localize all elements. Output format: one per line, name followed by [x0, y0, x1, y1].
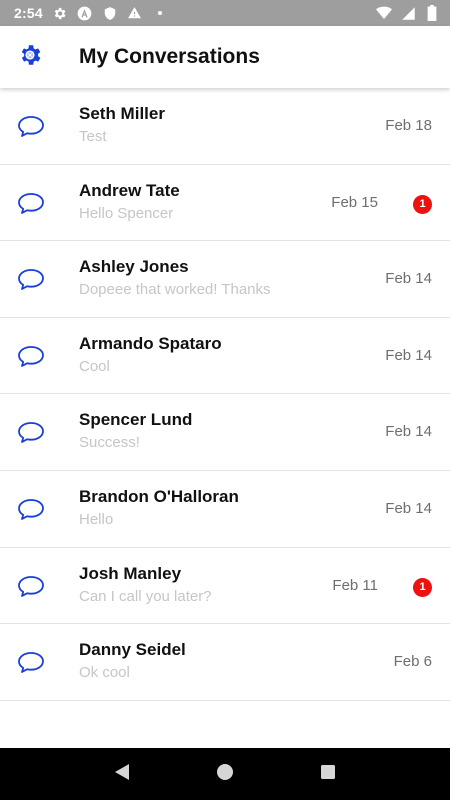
shield-icon: [102, 5, 118, 21]
conversation-preview: Test: [79, 128, 107, 145]
conversation-list: Seth Miller Test Feb 18 Andrew Tate Hell…: [0, 88, 450, 701]
conversation-row[interactable]: Josh Manley Can I call you later? Feb 11…: [0, 548, 450, 625]
conversation-row[interactable]: Armando Spataro Cool Feb 14: [0, 318, 450, 395]
settings-gear-icon: [17, 42, 43, 73]
unread-badge: 1: [413, 577, 432, 597]
status-time: 2:54: [14, 5, 43, 21]
page-title: My Conversations: [79, 45, 260, 68]
conversation-name: Armando Spataro: [79, 333, 222, 353]
status-bar: 2:54: [0, 0, 450, 26]
conversation-name: Brandon O'Halloran: [79, 486, 239, 506]
conversation-name: Josh Manley: [79, 563, 182, 583]
conversation-preview: Can I call you later?: [79, 587, 212, 605]
conversation-name: Seth Miller: [79, 104, 165, 123]
conversation-row[interactable]: Ashley Jones Dopeee that worked! Thanks …: [0, 241, 450, 318]
conversation-row[interactable]: Danny Seidel Ok cool Feb 6: [0, 624, 450, 701]
conversation-date: Feb 18: [385, 117, 432, 134]
dot-icon: [152, 5, 168, 21]
chat-bubble-icon: [17, 498, 45, 522]
conversation-date: Feb 14: [385, 499, 432, 517]
chat-bubble-icon: [17, 268, 45, 292]
chat-bubble-icon: [17, 575, 45, 599]
conversation-preview: Ok cool: [79, 664, 130, 682]
chat-bubble-icon: [17, 192, 45, 216]
conversation-name: Danny Seidel: [79, 640, 186, 660]
app-header: My Conversations: [0, 26, 450, 88]
conversation-date: Feb 14: [385, 270, 432, 288]
recents-icon: [320, 764, 336, 785]
back-icon: [114, 763, 130, 786]
conversation-preview: Dopeee that worked! Thanks: [79, 281, 271, 299]
system-nav-bar: [0, 748, 450, 800]
conversation-row[interactable]: Brandon O'Halloran Hello Feb 14: [0, 471, 450, 548]
conversation-date: Feb 15: [331, 193, 378, 211]
conversation-date: Feb 14: [385, 346, 432, 364]
home-button[interactable]: [205, 754, 245, 794]
conversation-date: Feb 14: [385, 423, 432, 441]
back-button[interactable]: [102, 754, 142, 794]
conversation-row[interactable]: Seth Miller Test Feb 18: [0, 88, 450, 165]
status-right: [376, 5, 440, 21]
recents-button[interactable]: [308, 754, 348, 794]
chat-bubble-icon: [17, 651, 45, 675]
gear-icon: [52, 5, 68, 21]
conversation-date: Feb 6: [393, 653, 432, 671]
cellular-icon: [400, 5, 416, 21]
status-left: 2:54: [14, 5, 168, 21]
chat-bubble-icon: [17, 115, 45, 139]
wifi-icon: [376, 5, 392, 21]
unread-badge: 1: [413, 194, 432, 214]
app-a-icon: [77, 5, 93, 21]
conversation-name: Ashley Jones: [79, 257, 189, 277]
conversation-name: Spencer Lund: [79, 410, 193, 430]
warning-icon: [127, 5, 143, 21]
conversation-row[interactable]: Andrew Tate Hello Spencer Feb 15 1: [0, 165, 450, 242]
conversation-preview: Success!: [79, 434, 140, 452]
conversation-preview: Cool: [79, 357, 110, 375]
conversation-row[interactable]: Spencer Lund Success! Feb 14: [0, 394, 450, 471]
conversation-preview: Hello: [79, 510, 114, 528]
chat-bubble-icon: [17, 345, 45, 369]
battery-icon: [424, 5, 440, 21]
conversation-name: Andrew Tate: [79, 180, 180, 200]
conversation-date: Feb 11: [332, 576, 378, 594]
settings-button[interactable]: [0, 26, 60, 88]
home-icon: [216, 763, 234, 786]
conversation-preview: Hello Spencer: [79, 204, 174, 222]
chat-bubble-icon: [17, 421, 45, 445]
